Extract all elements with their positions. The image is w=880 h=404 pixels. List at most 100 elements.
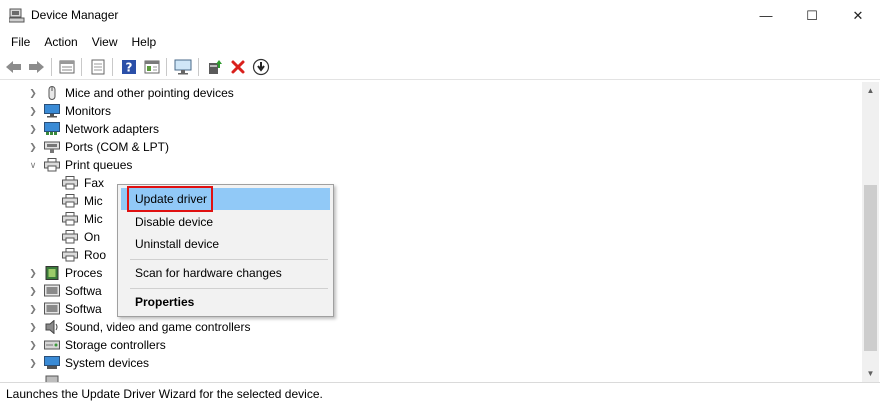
toolbar-separator [51,58,52,76]
toolbar-separator [198,58,199,76]
back-icon[interactable] [4,57,24,77]
tree-item-label: Mic [84,212,103,226]
processor-icon [45,266,59,280]
minimize-button[interactable]: — [743,0,789,31]
tree-item-label: Fax [84,176,105,190]
menu-separator [130,288,328,289]
network-adapter-icon [44,122,60,135]
tree-item-label: Softwa [65,302,102,316]
close-button[interactable]: ✕ [835,0,880,31]
remove-icon[interactable] [228,57,248,77]
storage-icon [44,340,60,350]
software-device-icon [44,284,60,297]
mouse-icon [48,86,56,100]
chevron-right-icon[interactable]: ❯ [28,124,38,134]
tree-item-printer[interactable]: Mic [2,210,122,228]
download-icon[interactable] [251,57,271,77]
tree-item-system-devices[interactable]: ❯ System devices [2,354,302,372]
tree-item-printer[interactable]: Roo [2,246,122,264]
scroll-down-icon[interactable]: ▼ [862,365,879,382]
tree-item-label: On [84,230,101,244]
tree-item-label: Proces [65,266,103,280]
menu-item-uninstall-device[interactable]: Uninstall device [121,233,330,255]
tree-item-software-devices[interactable]: ❯ Softwa [2,300,122,318]
tree-item-print-queues[interactable]: ∨ Print queues [2,156,302,174]
tree-item-printer[interactable]: Mic [2,192,122,210]
usb-controller-icon [45,375,59,382]
tree-item-label: Mice and other pointing devices [65,86,234,100]
printer-icon [62,230,78,244]
tree-item-storage-controllers[interactable]: ❯ Storage controllers [2,336,302,354]
menu-action[interactable]: Action [37,32,84,52]
menu-separator [130,259,328,260]
printer-icon [44,158,60,172]
menu-item-properties[interactable]: Properties [121,291,330,313]
chevron-down-icon[interactable]: ∨ [28,160,38,170]
chevron-right-icon[interactable]: ❯ [28,304,38,314]
tree-item-monitors[interactable]: ❯ Monitors [2,102,302,120]
tree-item-label: Softwa [65,284,102,298]
menu-help[interactable]: Help [125,32,164,52]
port-icon [44,141,60,153]
toolbar: ? [0,54,880,80]
software-device-icon [44,302,60,315]
scroll-up-icon[interactable]: ▲ [862,82,879,99]
tree-item-software-components[interactable]: ❯ Softwa [2,282,122,300]
tree-item-fax[interactable]: Fax [2,174,122,192]
tree-item-label: System devices [65,356,150,370]
printer-icon [62,194,78,208]
tree-item-partial [2,372,302,382]
grid-icon[interactable] [88,57,108,77]
menu-item-disable-device[interactable]: Disable device [121,211,330,233]
chevron-right-icon[interactable]: ❯ [28,88,38,98]
tree-item-label: Storage controllers [65,338,166,352]
highlight-annotation [127,186,213,212]
chevron-right-icon[interactable]: ❯ [28,340,38,350]
printer-icon [62,176,78,190]
title-bar: Device Manager — ☐ ✕ [0,0,880,31]
chevron-right-icon[interactable]: ❯ [28,286,38,296]
speaker-icon [45,320,58,334]
tree-item-label: Print queues [65,158,133,172]
tree-item-mice[interactable]: ❯ Mice and other pointing devices [2,84,302,102]
tree-item-ports[interactable]: ❯ Ports (COM & LPT) [2,138,302,156]
tree-item-label: Sound, video and game controllers [65,320,251,334]
chevron-right-icon[interactable]: ❯ [28,358,38,368]
status-bar: Launches the Update Driver Wizard for th… [0,382,880,404]
properties-list-icon[interactable] [57,57,77,77]
device-manager-icon [9,8,25,23]
chevron-right-icon[interactable]: ❯ [28,106,38,116]
monitor-icon[interactable] [173,57,193,77]
scrollbar-thumb[interactable] [864,185,877,351]
tree-item-processors[interactable]: ❯ Proces [2,264,122,282]
menu-view[interactable]: View [85,32,125,52]
tree-item-label: Ports (COM & LPT) [65,140,170,154]
forward-icon[interactable] [26,57,46,77]
tree-item-sound[interactable]: ❯ Sound, video and game controllers [2,318,302,336]
printer-icon [62,248,78,262]
tree-item-label: Mic [84,194,103,208]
status-text: Launches the Update Driver Wizard for th… [6,387,323,401]
help-icon[interactable]: ? [119,57,139,77]
chevron-right-icon[interactable]: ❯ [28,268,38,278]
details-icon[interactable] [142,57,162,77]
maximize-button[interactable]: ☐ [789,0,835,31]
system-device-icon [44,356,60,369]
chevron-right-icon[interactable]: ❯ [28,322,38,332]
toolbar-separator [166,58,167,76]
tree-item-label: Network adapters [65,122,160,136]
tree-item-label: Roo [84,248,107,262]
window-title: Device Manager [31,8,119,22]
add-driver-icon[interactable] [205,57,225,77]
printer-icon [62,212,78,226]
toolbar-separator [112,58,113,76]
tree-item-label: Monitors [65,104,112,118]
vertical-scrollbar[interactable]: ▲ ▼ [862,82,879,382]
menu-bar: File Action View Help [0,31,880,53]
chevron-right-icon[interactable]: ❯ [28,142,38,152]
monitor-icon [44,104,60,118]
tree-item-network-adapters[interactable]: ❯ Network adapters [2,120,302,138]
tree-item-printer[interactable]: On [2,228,122,246]
menu-file[interactable]: File [4,32,37,52]
menu-item-scan-hardware[interactable]: Scan for hardware changes [121,262,330,284]
